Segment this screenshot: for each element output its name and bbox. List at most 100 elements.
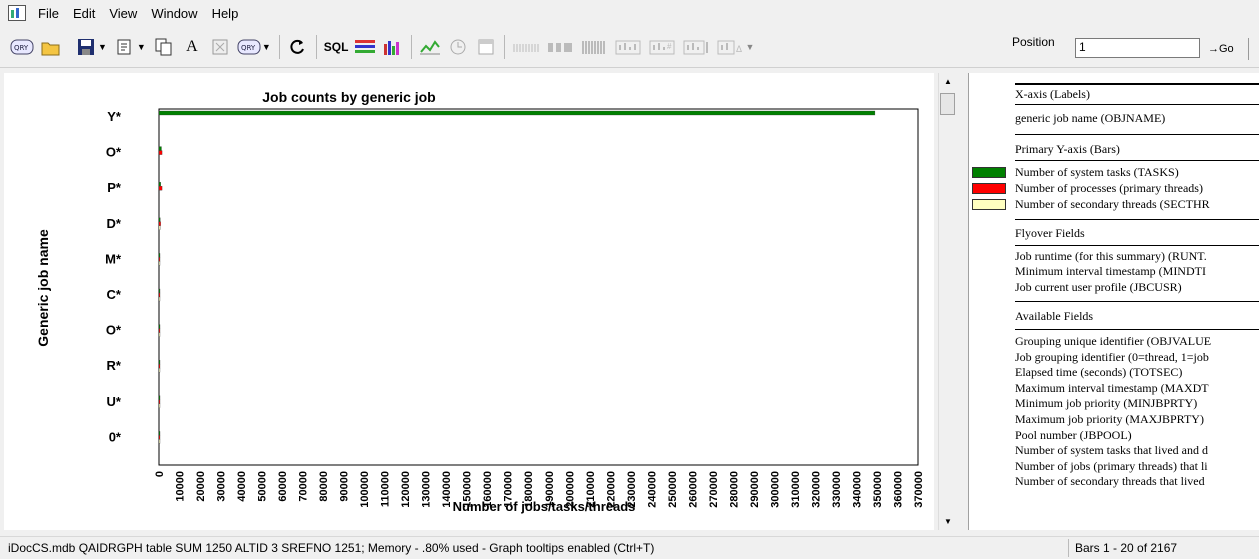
- x-tick-label: 290000: [749, 471, 761, 508]
- copy-icon[interactable]: [153, 35, 175, 59]
- svg-text:#: #: [667, 42, 672, 51]
- bar-1-4[interactable]: [158, 217, 161, 222]
- legend-y-field-tasks[interactable]: Number of system tasks (TASKS): [1015, 165, 1179, 180]
- scroll-up-icon[interactable]: ▲: [944, 77, 952, 86]
- chart-type-4-icon[interactable]: Δ: [716, 35, 744, 59]
- x-tick-label: 210000: [585, 471, 597, 508]
- scroll-down-icon[interactable]: ▼: [944, 517, 952, 526]
- bar-1-8[interactable]: [158, 360, 161, 365]
- legend-available-field[interactable]: Number of secondary threads that lived: [1015, 474, 1205, 489]
- bar-3-10[interactable]: [158, 439, 161, 444]
- save-icon[interactable]: [75, 35, 97, 59]
- legend-available-field[interactable]: Number of system tasks that lived and d: [1015, 443, 1208, 458]
- scroll-thumb[interactable]: [940, 93, 955, 115]
- x-tick-label: 340000: [851, 471, 863, 508]
- bar-2-6[interactable]: [158, 292, 161, 298]
- query-icon[interactable]: QRY: [10, 35, 34, 59]
- bar-2-9[interactable]: [158, 399, 161, 404]
- bar-2-8[interactable]: [158, 364, 161, 369]
- app-icon[interactable]: [8, 5, 26, 21]
- bar-3-5[interactable]: [158, 261, 161, 266]
- menu-help[interactable]: Help: [206, 6, 247, 21]
- bar-2-10[interactable]: [158, 435, 161, 440]
- legend-available-field[interactable]: Number of jobs (primary threads) that li: [1015, 459, 1208, 474]
- legend-x-field[interactable]: generic job name (OBJNAME): [1015, 111, 1165, 126]
- toolbar-separator: [504, 35, 506, 59]
- query-dropdown-icon[interactable]: ▼: [262, 42, 271, 52]
- bar-1-2[interactable]: [158, 146, 162, 151]
- legend-available-field[interactable]: Elapsed time (seconds) (TOTSEC): [1015, 365, 1182, 380]
- line-graph-icon[interactable]: [419, 35, 441, 59]
- chart-type-dropdown-icon[interactable]: ▼: [745, 42, 754, 52]
- calendar-icon[interactable]: [475, 35, 497, 59]
- bar-1-5[interactable]: [158, 253, 161, 258]
- legend-flyover-field[interactable]: Job runtime (for this summary) (RUNT.: [1015, 249, 1207, 264]
- bar-2-7[interactable]: [158, 328, 161, 333]
- bar-2-4[interactable]: [158, 221, 161, 226]
- bar-1-7[interactable]: [158, 324, 161, 329]
- query-options-icon[interactable]: QRY: [237, 35, 261, 59]
- y-tick-label: C*: [107, 287, 122, 302]
- legend-y-field-secthr[interactable]: Number of secondary threads (SECTHR: [1015, 197, 1210, 212]
- x-tick-label: 350000: [872, 471, 884, 508]
- legend-y-field-processes[interactable]: Number of processes (primary threads): [1015, 181, 1203, 196]
- open-folder-icon[interactable]: [40, 35, 62, 59]
- bar-2-2[interactable]: [158, 150, 163, 155]
- menu-view[interactable]: View: [103, 6, 145, 21]
- toolbar-separator: [315, 35, 317, 59]
- properties-dropdown-icon[interactable]: ▼: [137, 42, 146, 52]
- refresh-icon[interactable]: [287, 35, 309, 59]
- font-icon[interactable]: A: [181, 35, 203, 59]
- x-tick-label: 160000: [482, 471, 494, 508]
- filter-icon[interactable]: [209, 35, 231, 59]
- bar-1-6[interactable]: [158, 288, 161, 294]
- chart-type-2-icon[interactable]: #: [648, 35, 676, 59]
- legend-available-field[interactable]: Pool number (JBPOOL): [1015, 428, 1132, 443]
- chart-type-1-icon[interactable]: [614, 35, 642, 59]
- y-tick-label: P*: [107, 180, 122, 195]
- bar-2-3[interactable]: [158, 186, 163, 191]
- legend-flyover-field[interactable]: Job current user profile (JBCUSR): [1015, 280, 1182, 295]
- legend-swatch-tasks: [972, 167, 1006, 178]
- bar-3-9[interactable]: [158, 403, 161, 408]
- legend-available-field[interactable]: Minimum job priority (MINJBPRTY): [1015, 396, 1197, 411]
- properties-icon[interactable]: [114, 35, 136, 59]
- legend-available-field[interactable]: Job grouping identifier (0=thread, 1=job: [1015, 350, 1209, 365]
- legend-divider: [1015, 301, 1259, 302]
- x-tick-label: 370000: [913, 471, 925, 508]
- menu-window[interactable]: Window: [145, 6, 205, 21]
- bar-1-3[interactable]: [158, 182, 161, 187]
- bar-graph-icon[interactable]: [382, 35, 404, 59]
- go-button[interactable]: →Go: [1208, 38, 1249, 60]
- legend-available-field[interactable]: Maximum interval timestamp (MAXDT: [1015, 381, 1209, 396]
- grid-view-icon[interactable]: [354, 35, 376, 59]
- bar-1-9[interactable]: [158, 395, 161, 400]
- pane-splitter[interactable]: [958, 73, 968, 530]
- bar-3-8[interactable]: [158, 368, 161, 373]
- sql-button[interactable]: SQL: [324, 35, 349, 59]
- save-dropdown-icon[interactable]: ▼: [98, 42, 107, 52]
- bar-1-1[interactable]: [158, 110, 876, 116]
- bars-large-icon[interactable]: [580, 35, 608, 59]
- bars-medium-icon[interactable]: [546, 35, 574, 59]
- menu-edit[interactable]: Edit: [67, 6, 103, 21]
- legend-swatch-secthr: [972, 199, 1006, 210]
- chart-type-3-icon[interactable]: [682, 35, 710, 59]
- x-tick-label: 300000: [769, 471, 781, 508]
- bar-2-5[interactable]: [158, 257, 161, 262]
- legend-available-field[interactable]: Grouping unique identifier (OBJVALUE: [1015, 334, 1211, 349]
- legend-available-field[interactable]: Maximum job priority (MAXJBPRTY): [1015, 412, 1204, 427]
- toolbar-separator: [278, 35, 280, 59]
- bars-small-icon[interactable]: [512, 35, 540, 59]
- bar-1-10[interactable]: [158, 431, 161, 436]
- legend-flyover-field[interactable]: Minimum interval timestamp (MINDTI: [1015, 264, 1206, 279]
- position-input[interactable]: 1: [1075, 38, 1200, 58]
- bar-chart[interactable]: Job counts by generic job Generic job na…: [4, 73, 934, 530]
- clock-icon[interactable]: [447, 35, 469, 59]
- menu-file[interactable]: File: [32, 6, 67, 21]
- bar-3-6[interactable]: [158, 296, 161, 302]
- bar-3-7[interactable]: [158, 332, 161, 337]
- status-bar-range: Bars 1 - 20 of 2167: [1075, 541, 1178, 555]
- bar-3-4[interactable]: [158, 225, 161, 230]
- vertical-scrollbar[interactable]: ▲ ▼: [938, 73, 957, 530]
